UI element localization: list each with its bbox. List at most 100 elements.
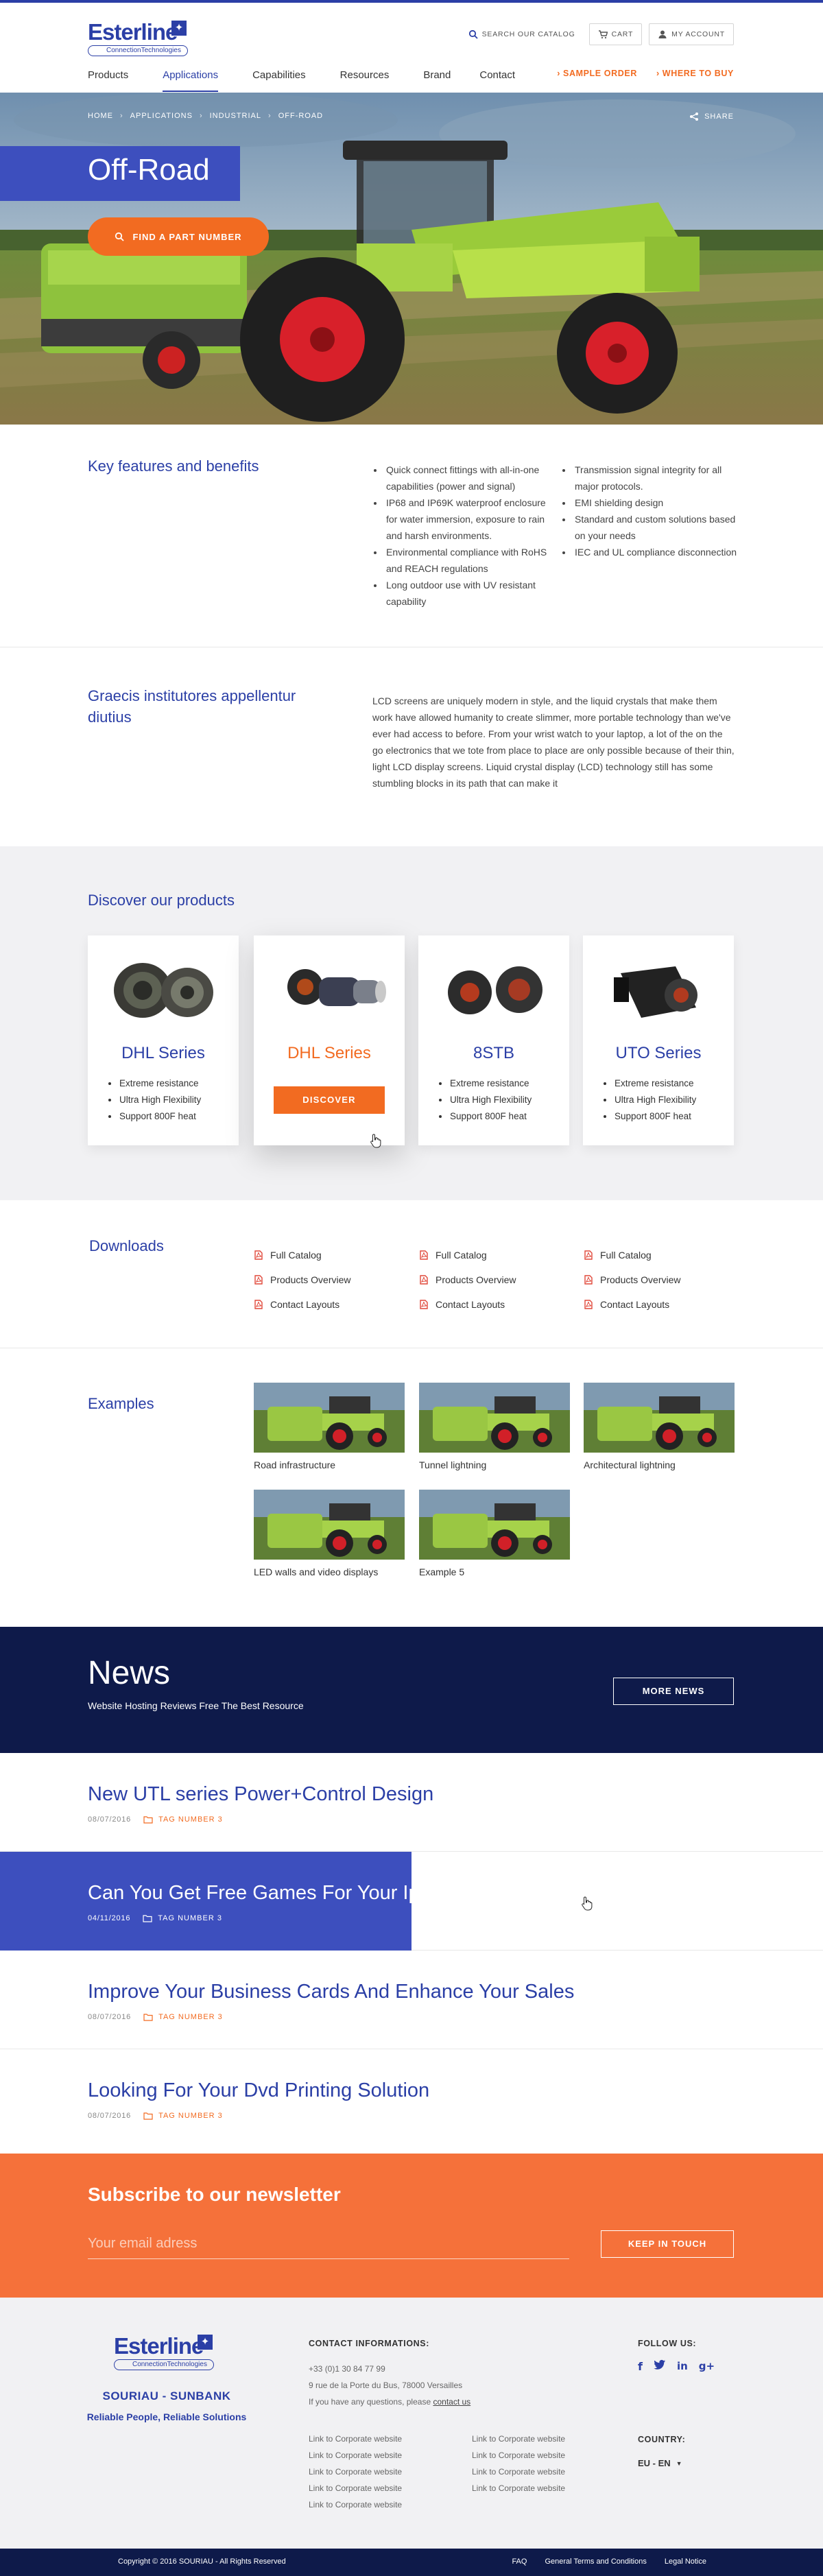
corporate-link[interactable]: Link to Corporate website [309,2464,402,2480]
download-link[interactable]: Products Overview [584,1267,680,1292]
cart-button[interactable]: CART [588,23,643,45]
contact-us-link[interactable]: contact us [433,2397,470,2407]
more-news-button[interactable]: MORE NEWS [613,1678,734,1705]
nav-products[interactable]: Products [88,69,128,92]
product-spec: Support 800F heat [438,1108,532,1125]
example-card[interactable]: Architectural lightning [584,1383,735,1470]
sample-order-link[interactable]: › SAMPLE ORDER [557,69,637,78]
terms-link[interactable]: General Terms and Conditions [545,2557,646,2566]
corporate-link[interactable]: Link to Corporate website [309,2480,402,2496]
pdf-icon [254,1300,263,1309]
find-part-number-button[interactable]: FIND A PART NUMBER [88,217,269,256]
breadcrumb-home[interactable]: HOME [88,112,113,120]
nav-brand[interactable]: Brand [423,69,451,92]
linkedin-icon[interactable]: in [677,2360,688,2372]
contact-question: If you have any questions, please contac… [309,2394,470,2410]
corporate-link[interactable]: Link to Corporate website [309,2447,402,2464]
search-icon [115,232,125,241]
download-link[interactable]: Contact Layouts [254,1292,350,1317]
logo-subtitle: ConnectionTechnologies [114,2359,214,2370]
corporate-link[interactable]: Link to Corporate website [472,2464,565,2480]
google-plus-icon[interactable]: g+ [699,2360,715,2372]
facebook-icon[interactable]: f [638,2360,643,2373]
esterline-logo[interactable]: Esterline ✦ ConnectionTechnologies [88,19,191,58]
breadcrumb-chevron-icon: › [268,112,272,120]
corporate-link[interactable]: Link to Corporate website [472,2431,565,2447]
download-link[interactable]: Full Catalog [254,1243,350,1267]
download-link[interactable]: Products Overview [254,1267,350,1292]
cart-icon [598,30,608,39]
footer-links-column-1: Link to Corporate website Link to Corpor… [309,2431,402,2513]
news-item-tag[interactable]: TAG NUMBER 3 [143,1815,223,1824]
corporate-link[interactable]: Link to Corporate website [309,2431,402,2447]
faq-link[interactable]: FAQ [512,2557,527,2566]
product-card[interactable]: DHL Series Extreme resistance Ultra High… [88,935,239,1145]
nav-resources[interactable]: Resources [340,69,390,92]
product-card[interactable]: UTO Series Extreme resistance Ultra High… [583,935,734,1145]
product-spec: Support 800F heat [107,1108,201,1125]
example-thumbnail [254,1490,405,1560]
product-specs: Extreme resistance Ultra High Flexibilit… [438,1075,532,1125]
corporate-link[interactable]: Link to Corporate website [309,2496,402,2513]
where-to-buy-link[interactable]: › WHERE TO BUY [656,69,734,78]
my-account-button[interactable]: MY ACCOUNT [649,23,734,45]
product-name: DHL Series [121,1044,205,1062]
nav-applications[interactable]: Applications [163,69,218,92]
corporate-link[interactable]: Link to Corporate website [472,2447,565,2464]
share-button[interactable]: SHARE [689,112,734,121]
example-card[interactable]: Tunnel lightning [419,1383,570,1470]
header-ctas: › SAMPLE ORDER › WHERE TO BUY [557,69,734,78]
contact-address: 9 rue de la Porte du Bus, 78000 Versaill… [309,2381,463,2390]
search-catalog-link[interactable]: SEARCH OUR CATALOG [462,23,582,45]
news-item-tag[interactable]: TAG NUMBER 3 [143,1913,222,1923]
pdf-icon [254,1275,263,1285]
pdf-icon [420,1250,428,1260]
news-item[interactable]: Looking For Your Dvd Printing Solution 0… [0,2049,823,2148]
search-icon [468,29,478,39]
news-item-title: New UTL series Power+Control Design [88,1783,434,1805]
twitter-icon[interactable] [654,2359,666,2373]
site-header: Esterline ✦ ConnectionTechnologies SEARC… [0,3,823,95]
news-item-tag[interactable]: TAG NUMBER 3 [143,2012,223,2022]
intro-title: Graecis institutores appellentur diutius [88,687,296,726]
folder-icon [143,1816,153,1824]
news-item[interactable]: New UTL series Power+Control Design 08/0… [0,1753,823,1852]
download-link[interactable]: Full Catalog [584,1243,680,1267]
keep-in-touch-button[interactable]: KEEP IN TOUCH [601,2230,734,2258]
news-item-hovered[interactable]: Can You Get Free Games For Your Iphone 0… [0,1852,823,1951]
contact-phone: +33 (0)1 30 84 77 99 [309,2364,385,2374]
download-link[interactable]: Products Overview [419,1267,516,1292]
footer-logo[interactable]: Esterline ✦ ConnectionTechnologies [114,2333,221,2373]
corporate-link[interactable]: Link to Corporate website [472,2480,565,2496]
product-spec: Extreme resistance [107,1075,201,1092]
product-card[interactable]: 8STB Extreme resistance Ultra High Flexi… [418,935,569,1145]
news-title: News [88,1655,171,1691]
example-card[interactable]: LED walls and video displays [254,1490,405,1577]
breadcrumb-industrial[interactable]: INDUSTRIAL [210,112,261,120]
example-card[interactable]: Example 5 [419,1490,570,1577]
nav-contact[interactable]: Contact [479,69,515,92]
news-item[interactable]: Improve Your Business Cards And Enhance … [0,1951,823,2049]
product-spec: Ultra High Flexibility [602,1092,696,1108]
breadcrumb-applications[interactable]: APPLICATIONS [130,112,193,120]
cart-label: CART [611,30,634,38]
contact-info: +33 (0)1 30 84 77 99 9 rue de la Porte d… [309,2361,470,2410]
news-item-meta: 08/07/2016 TAG NUMBER 3 [88,2012,223,2022]
download-link[interactable]: Full Catalog [419,1243,516,1267]
news-banner: News Website Hosting Reviews Free The Be… [0,1627,823,1753]
product-spec: Extreme resistance [602,1075,696,1092]
example-card[interactable]: Road infrastructure [254,1383,405,1470]
country-selector[interactable]: EU - EN ▼ [638,2458,682,2468]
news-subtitle: Website Hosting Reviews Free The Best Re… [88,1700,304,1711]
nav-capabilities[interactable]: Capabilities [252,69,306,92]
download-link[interactable]: Contact Layouts [419,1292,516,1317]
legal-notice-link[interactable]: Legal Notice [665,2557,706,2566]
newsletter-email-input[interactable] [88,2229,569,2259]
search-catalog-label: SEARCH OUR CATALOG [481,30,575,38]
caret-down-icon: ▼ [676,2459,682,2467]
download-link[interactable]: Contact Layouts [584,1292,680,1317]
discover-button[interactable]: DISCOVER [274,1086,385,1114]
news-item-tag[interactable]: TAG NUMBER 3 [143,2111,223,2121]
product-spec: Ultra High Flexibility [438,1092,532,1108]
product-card-featured[interactable]: DHL Series DISCOVER [254,935,405,1145]
